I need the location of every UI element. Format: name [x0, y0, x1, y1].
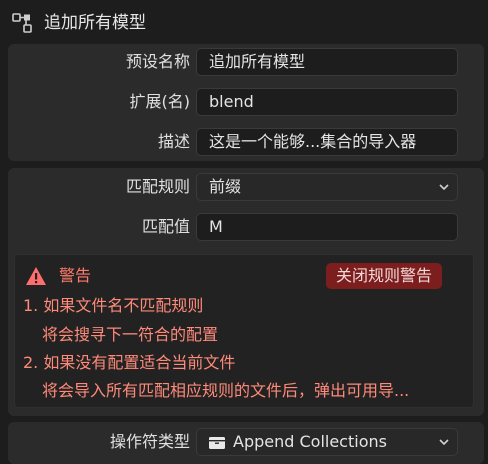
match-section: 匹配规则 前缀 匹配值 M 警告 关闭规则警告 1. 如果文件名不匹配规则 将会…: [8, 168, 484, 416]
panel-title: 追加所有模型: [44, 13, 146, 33]
operator-section: 操作符类型 Append Collections: [8, 422, 484, 464]
chevron-down-icon: [439, 184, 449, 191]
description-label: 描述: [157, 132, 190, 151]
match-value-input[interactable]: M: [196, 213, 458, 241]
description-input[interactable]: 这是一个能够...集合的导入器: [196, 128, 458, 156]
description-row: 描述 这是一个能够...集合的导入器: [8, 127, 484, 157]
warning-line-4: 将会导入所有匹配相应规则的文件后，弹出可用导...: [42, 381, 410, 400]
close-rule-warning-button[interactable]: 关闭规则警告: [326, 263, 442, 289]
extension-row: 扩展(名) blend: [8, 87, 484, 117]
warning-title: 警告: [59, 266, 92, 285]
match-rule-value: 前缀: [209, 177, 242, 196]
operator-type-dropdown[interactable]: Append Collections: [196, 428, 458, 456]
chevron-down-icon: [439, 439, 449, 446]
panel-header: 追加所有模型: [0, 0, 488, 46]
match-value-row: 匹配值 M: [8, 212, 484, 242]
preset-name-label: 预设名称: [125, 52, 190, 71]
match-rule-dropdown[interactable]: 前缀: [196, 173, 458, 201]
match-rule-row: 匹配规则 前缀: [8, 172, 484, 202]
warning-box: 警告 关闭规则警告 1. 如果文件名不匹配规则 将会搜寻下一符合的配置 2. 如…: [14, 254, 474, 408]
warning-line-1: 1. 如果文件名不匹配规则: [23, 296, 204, 315]
preset-name-input[interactable]: 追加所有模型: [196, 48, 458, 76]
match-rule-label: 匹配规则: [125, 177, 190, 196]
preset-name-row: 预设名称 追加所有模型: [8, 47, 484, 77]
operator-type-label: 操作符类型: [109, 432, 190, 451]
extension-label: 扩展(名): [129, 92, 191, 111]
nodes-icon: [12, 13, 32, 33]
operator-type-value: Append Collections: [233, 432, 387, 451]
collection-icon: [209, 437, 225, 449]
warning-icon: [26, 267, 46, 285]
warning-line-2: 将会搜寻下一符合的配置: [42, 325, 219, 344]
preset-section: 预设名称 追加所有模型 扩展(名) blend 描述 这是一个能够...集合的导…: [8, 44, 484, 161]
operator-type-row: 操作符类型 Append Collections: [8, 427, 484, 457]
match-value-label: 匹配值: [141, 217, 190, 236]
extension-input[interactable]: blend: [196, 88, 458, 116]
warning-line-3: 2. 如果没有配置适合当前文件: [23, 353, 236, 372]
